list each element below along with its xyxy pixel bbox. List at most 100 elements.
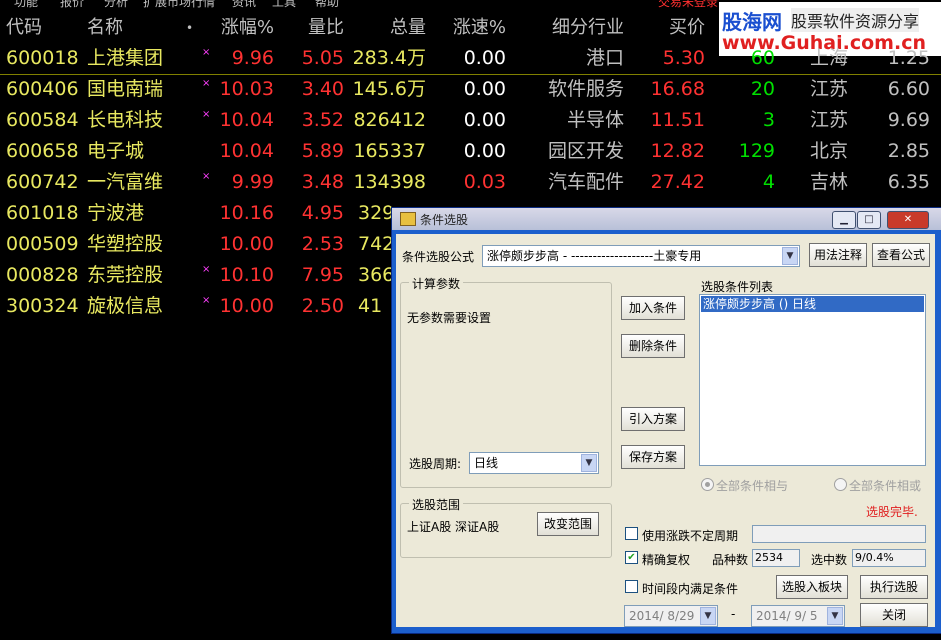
cell-code: 600018 xyxy=(6,47,79,69)
menu-item[interactable]: 资讯 xyxy=(232,0,256,8)
cell-bid: 5.30 xyxy=(662,47,705,69)
import-plan-button[interactable]: 引入方案 xyxy=(621,407,685,431)
minimize-button[interactable]: ▁ xyxy=(832,211,856,229)
period-select[interactable]: 日线 ▼ xyxy=(469,452,599,474)
cell-vr: 4.95 xyxy=(301,202,344,224)
header-code[interactable]: 代码 xyxy=(6,14,42,42)
cell-name: 电子城 xyxy=(87,140,145,162)
view-formula-button[interactable]: 查看公式 xyxy=(872,243,930,267)
cell-code: 000828 xyxy=(6,264,79,286)
cell-vol: 283.4万 xyxy=(352,47,426,69)
scope-value: 上证A股 深证A股 xyxy=(407,520,500,534)
menu-item[interactable]: 分析 xyxy=(104,0,128,8)
period-select-value: 日线 xyxy=(474,456,499,470)
list-item[interactable]: 涨停颇步步高 () 日线 xyxy=(701,296,924,312)
cell-num: 129 xyxy=(738,140,775,162)
cell-num: 60 xyxy=(750,47,775,69)
chevron-down-icon[interactable]: ▼ xyxy=(581,454,597,472)
chevron-down-icon[interactable]: ▼ xyxy=(700,607,716,625)
save-plan-button[interactable]: 保存方案 xyxy=(621,445,685,469)
dialog-title: 条件选股 xyxy=(420,213,469,227)
header-bid[interactable]: 买价 xyxy=(640,14,705,42)
run-select-button[interactable]: 执行选股 xyxy=(860,575,928,599)
count-label: 品种数 xyxy=(712,553,749,567)
add-to-block-button[interactable]: 选股入板块 xyxy=(776,575,848,599)
cell-speed: 0.00 xyxy=(463,109,506,131)
maximize-button[interactable]: □ xyxy=(857,211,881,229)
menu-item[interactable]: 扩展市场行情 xyxy=(143,0,215,8)
scope-title: 选股范围 xyxy=(409,496,464,513)
period-condition-label: 时间段内满足条件 xyxy=(642,582,739,596)
header-volume[interactable]: 总量 xyxy=(350,14,426,42)
date-to-picker[interactable]: 2014/ 9/ 5 ▼ xyxy=(751,605,845,627)
login-status[interactable]: 交易未登录 xyxy=(658,0,718,8)
header-industry[interactable]: 细分行业 xyxy=(520,14,624,42)
cell-name: 东莞控股 xyxy=(87,264,164,286)
menu-item[interactable]: 帮助 xyxy=(315,0,339,8)
menu-item[interactable]: 功能 xyxy=(14,0,38,8)
cell-num: 3 xyxy=(762,109,775,131)
cell-chg: 10.16 xyxy=(219,202,274,224)
radio-or[interactable] xyxy=(834,478,847,491)
cell-industry: 港口 xyxy=(585,47,624,69)
cell-vr: 2.53 xyxy=(301,233,344,255)
header-name[interactable]: 名称 xyxy=(87,14,123,42)
close-button[interactable]: 关闭 xyxy=(860,603,928,627)
dialog-titlebar[interactable]: 条件选股 ▁ □ ✕ xyxy=(392,208,941,230)
cell-speed: 0.00 xyxy=(463,140,506,162)
cell-industry: 半导体 xyxy=(566,109,624,131)
cell-last: 6.35 xyxy=(887,171,930,193)
close-icon[interactable]: ✕ xyxy=(887,211,929,229)
checkbox-exact-adjust[interactable]: ✔ xyxy=(625,551,638,564)
cell-bid: 11.51 xyxy=(650,109,705,131)
cell-chg: 10.10 xyxy=(219,264,274,286)
cell-code: 300324 xyxy=(6,295,79,317)
chevron-down-icon[interactable]: ▼ xyxy=(782,247,798,265)
cell-last: 6.60 xyxy=(887,78,930,100)
cell-last: 2.85 xyxy=(887,140,930,162)
usage-note-button[interactable]: 用法注释 xyxy=(809,243,867,267)
table-row[interactable]: 600406 国电南瑞 × 10.03 3.40 145.6万 0.00 软件服务 16.68 2… xyxy=(0,74,941,105)
cell-code: 000509 xyxy=(6,233,79,255)
change-scope-button[interactable]: 改变范围 xyxy=(537,512,599,536)
cell-vr: 5.05 xyxy=(301,47,344,69)
cell-vr: 3.52 xyxy=(301,109,344,131)
table-row[interactable]: 600584 长电科技 × 10.04 3.52 826412 0.00 半导体 11.51 3 江… xyxy=(0,105,941,136)
checkbox-period-condition[interactable] xyxy=(625,580,638,593)
header-change[interactable]: 涨幅% xyxy=(200,14,274,42)
cell-region: 江苏 xyxy=(810,78,849,100)
selected-value: 9/0.4% xyxy=(852,549,926,567)
condition-select-dialog: 条件选股 ▁ □ ✕ 条件选股公式 涨停颇步步高 - -------------… xyxy=(392,208,941,633)
date-separator: - xyxy=(731,607,736,621)
table-row[interactable]: 600658 电子城 10.04 5.89 165337 0.00 园区开发 12.82 129… xyxy=(0,136,941,167)
cell-name: 长电科技 xyxy=(87,109,164,131)
header-volume-ratio[interactable]: 量比 xyxy=(290,14,344,42)
delete-condition-button[interactable]: 删除条件 xyxy=(621,334,685,358)
date-from-picker[interactable]: 2014/ 8/29 ▼ xyxy=(624,605,718,627)
menu-item[interactable]: 报价 xyxy=(60,0,84,8)
condition-list[interactable]: 涨停颇步步高 () 日线 xyxy=(699,294,926,466)
date-from-value: 2014/ 8/29 xyxy=(629,609,695,623)
checkbox-unsure-period[interactable] xyxy=(625,527,638,540)
table-row[interactable]: 600742 一汽富维 × 9.99 3.48 134398 0.03 汽车配件 27.42 4 吉… xyxy=(0,167,941,198)
menu-item[interactable]: 工具 xyxy=(272,0,296,8)
cell-speed: 0.00 xyxy=(463,47,506,69)
add-condition-button[interactable]: 加入条件 xyxy=(621,296,685,320)
cell-code: 600584 xyxy=(6,109,79,131)
no-params-text: 无参数需要设置 xyxy=(407,311,492,325)
table-row[interactable]: 600018 上港集团 × 9.96 5.05 283.4万 0.00 港口 5.30 60 上海 1… xyxy=(0,43,941,75)
date-to-value: 2014/ 9/ 5 xyxy=(756,609,818,623)
formula-select[interactable]: 涨停颇步步高 - -------------------土豪专用 ▼ xyxy=(482,245,800,267)
unsure-period-field xyxy=(752,525,926,543)
chevron-down-icon[interactable]: ▼ xyxy=(827,607,843,625)
cell-name: 宁波港 xyxy=(87,202,145,224)
cell-industry: 汽车配件 xyxy=(547,171,624,193)
header-speed[interactable]: 涨速% xyxy=(430,14,506,42)
cell-num: 4 xyxy=(762,171,775,193)
logo-brand: 股海网 xyxy=(722,10,782,34)
cell-vr: 5.89 xyxy=(301,140,344,162)
cell-last: 1.25 xyxy=(887,47,930,69)
radio-and[interactable] xyxy=(701,478,714,491)
cell-vr: 2.50 xyxy=(301,295,344,317)
cell-industry: 软件服务 xyxy=(547,78,624,100)
